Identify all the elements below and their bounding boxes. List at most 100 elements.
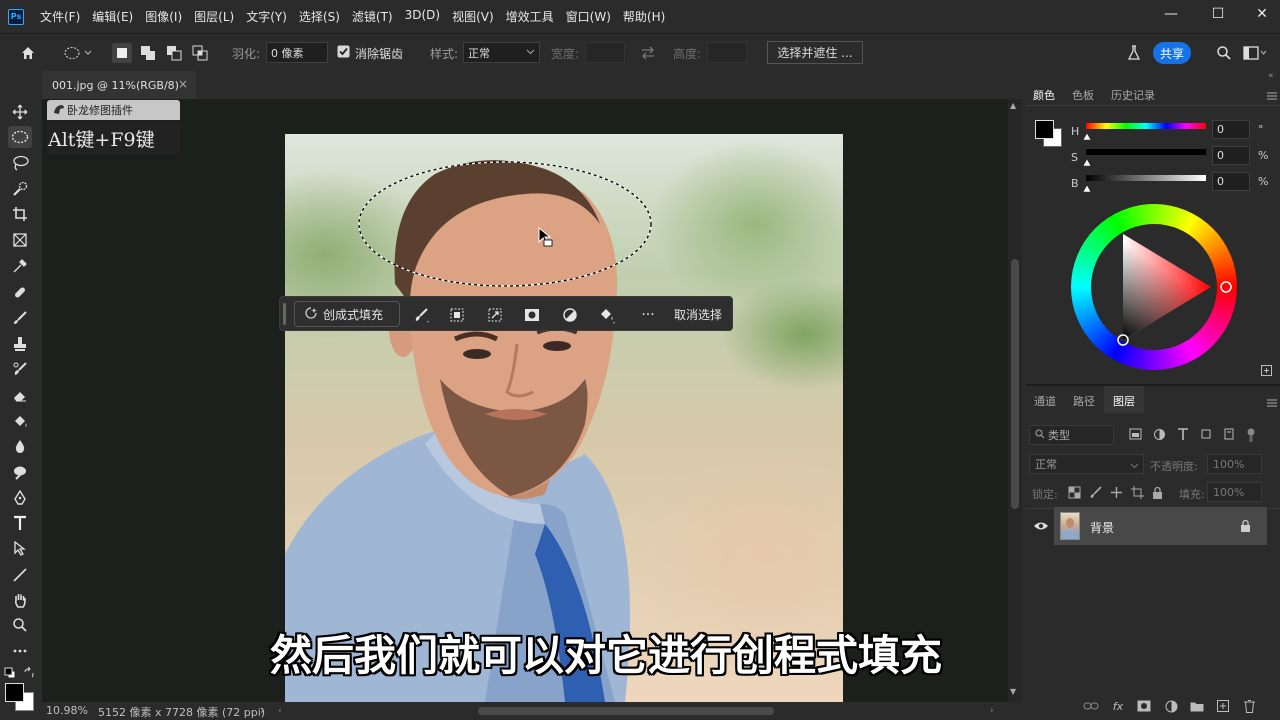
lock-transparent-icon[interactable] [1068,486,1081,500]
drag-handle[interactable] [283,303,286,325]
elliptical-marquee-preset-icon[interactable] [58,43,98,63]
transform-selection-icon[interactable] [486,306,504,324]
new-group-icon[interactable] [1189,699,1205,713]
line-tool-icon[interactable] [8,564,32,586]
frame-tool-icon[interactable] [8,229,32,251]
panel-foreground-swatch[interactable] [1035,120,1054,139]
menu-item-10[interactable]: 窗口(W) [560,8,617,25]
brightness-value-input[interactable]: 0 [1212,172,1250,191]
layer-filter-select[interactable]: 类型 [1029,425,1114,445]
close-window-button[interactable]: ✕ [1240,0,1280,28]
horizontal-scrollbar-thumb[interactable] [478,707,774,715]
lasso-tool-icon[interactable] [8,152,32,174]
brightness-slider[interactable] [1086,175,1206,181]
hand-tool-icon[interactable] [8,589,32,611]
home-icon[interactable] [18,43,38,63]
close-tab-icon[interactable]: × [178,77,188,91]
pixel-filter-icon[interactable] [1129,428,1142,442]
menu-item-4[interactable]: 文字(Y) [240,8,293,25]
workspace-icon[interactable] [1242,43,1268,63]
crop-tool-icon[interactable] [8,203,32,225]
color-triangle[interactable] [1071,204,1237,370]
minimize-button[interactable]: — [1149,0,1193,28]
vertical-scrollbar[interactable]: ▲ ▼ [1008,99,1022,702]
flask-icon[interactable] [1124,43,1144,63]
tab-history[interactable]: 历史记录 [1111,87,1155,103]
layer-row[interactable]: 背景 [1054,507,1267,545]
lock-artboard-icon[interactable] [1131,486,1144,500]
generative-fill-button[interactable]: 创成式填充 [294,301,400,327]
brush-tool-icon[interactable] [8,307,32,329]
hue-slider-handle[interactable] [1082,129,1092,143]
scroll-down-icon[interactable]: ▼ [1010,687,1016,696]
hue-slider[interactable] [1086,123,1206,129]
default-colors-icon[interactable] [4,667,16,679]
paint-bucket-tool-icon[interactable] [8,410,32,432]
blur-tool-icon[interactable] [8,435,32,457]
add-mask-icon[interactable] [1136,699,1152,713]
deselect-button[interactable]: 取消选择 [674,306,722,323]
document-tab[interactable]: 001.jpg @ 11%(RGB/8) × [42,71,196,99]
intersect-selection-icon[interactable] [190,43,210,63]
smart-object-filter-icon[interactable] [1223,428,1235,442]
more-tools-icon[interactable] [8,640,32,662]
filter-toggle-icon[interactable] [1246,428,1256,442]
tab-swatches[interactable]: 色板 [1072,87,1094,103]
lock-pixels-icon[interactable] [1089,486,1102,500]
layer-style-fx-icon[interactable]: fx [1110,699,1126,713]
add-to-selection-icon[interactable] [138,43,158,63]
select-and-mask-button[interactable]: 选择并遮住 ... [767,41,863,64]
plugin-bar[interactable]: 卧龙修图插件 [47,100,180,120]
foreground-color-swatch[interactable] [5,683,24,702]
antialias-checkbox[interactable] [336,44,350,58]
panel-menu-icon[interactable] [1267,89,1277,100]
scroll-up-icon[interactable]: ▲ [1010,101,1016,110]
saturation-value-input[interactable]: 0 [1212,146,1250,165]
menu-item-7[interactable]: 3D(D) [399,8,446,25]
elliptical-marquee-tool-icon[interactable] [8,126,32,148]
lock-position-icon[interactable] [1110,486,1123,500]
tab-channels[interactable]: 通道 [1034,393,1056,409]
menu-item-0[interactable]: 文件(F) [34,8,86,25]
tab-paths[interactable]: 路径 [1073,393,1095,409]
swap-width-height-icon[interactable] [638,43,658,63]
menu-item-3[interactable]: 图层(L) [188,8,240,25]
opacity-input[interactable]: 100% [1207,454,1262,474]
tab-layers[interactable]: 图层 [1113,393,1135,409]
clone-stamp-tool-icon[interactable] [8,333,32,355]
height-input[interactable] [707,42,747,63]
blend-mode-select[interactable]: 正常 [1029,454,1144,474]
adjustment-icon[interactable] [561,306,579,324]
more-options-icon[interactable]: ··· [636,306,660,324]
scroll-left-icon[interactable]: ‹ [278,706,286,716]
document-image[interactable] [285,134,843,702]
maximize-button[interactable]: ☐ [1196,0,1240,28]
healing-brush-tool-icon[interactable] [8,281,32,303]
menu-item-11[interactable]: 帮助(H) [617,8,671,25]
width-input[interactable] [585,42,625,63]
path-selection-tool-icon[interactable] [8,538,32,560]
new-layer-icon[interactable] [1215,699,1231,713]
fill-input[interactable]: 100% [1207,482,1262,502]
saturation-slider[interactable] [1086,149,1206,155]
canvas-area[interactable] [42,99,1008,702]
menu-item-2[interactable]: 图像(I) [139,8,188,25]
pen-tool-icon[interactable] [8,487,32,509]
brightness-slider-handle[interactable] [1082,181,1092,195]
adjustment-filter-icon[interactable] [1153,428,1166,442]
quick-selection-tool-icon[interactable] [8,178,32,200]
scroll-right-icon[interactable]: › [990,706,998,716]
layers-panel-menu-icon[interactable] [1267,396,1277,407]
menu-item-1[interactable]: 编辑(E) [86,8,139,25]
status-menu-arrow[interactable]: › [260,703,265,717]
feather-input[interactable]: 0 像素 [266,42,328,63]
menu-item-9[interactable]: 增效工具 [500,8,560,25]
fill-selection-icon[interactable] [598,306,616,324]
subtract-from-selection-icon[interactable] [164,43,184,63]
new-adjustment-layer-icon[interactable] [1163,699,1179,713]
modify-selection-brush-icon[interactable] [412,306,430,324]
saturation-slider-handle[interactable] [1082,155,1092,169]
shape-filter-icon[interactable] [1200,428,1212,442]
panel-collapse-icon[interactable]: « [1268,71,1274,81]
move-tool-icon[interactable] [8,101,32,123]
